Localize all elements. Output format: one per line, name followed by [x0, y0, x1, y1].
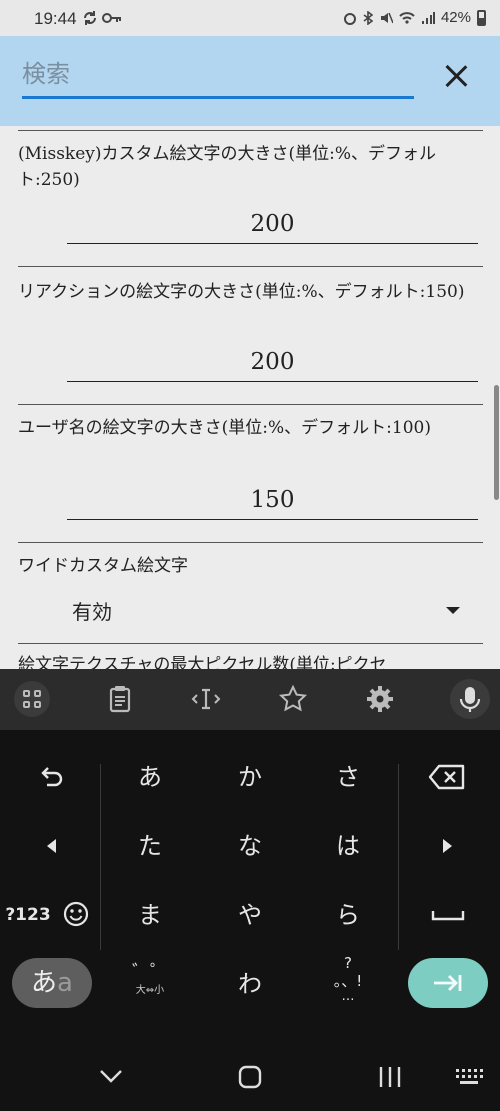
wide-custom-emoji-select[interactable]: 有効	[72, 590, 472, 630]
arrow-left-icon[interactable]	[42, 836, 62, 856]
signal-icon	[421, 11, 435, 24]
key-wa[interactable]: わ	[220, 969, 280, 999]
tab-arrow-icon	[434, 975, 462, 991]
kana-mode-main: あ	[31, 968, 58, 998]
star-icon[interactable]	[275, 681, 311, 717]
setting-label-wide-custom-emoji: ワイドカスタム絵文字	[18, 556, 188, 576]
setting-label-custom-emoji-size: (Misskey)カスタム絵文字の大きさ(単位:%、デフォルト:250)	[18, 144, 437, 190]
undo-icon[interactable]	[36, 762, 66, 792]
mic-icon[interactable]	[450, 679, 490, 719]
key-symbols-123[interactable]: ?123	[4, 904, 52, 926]
status-bar: 19:44 42%	[0, 0, 500, 36]
battery-percent: 42%	[440, 9, 471, 26]
key-ya[interactable]: や	[220, 900, 280, 930]
clipboard-icon[interactable]	[102, 681, 138, 717]
gear-icon[interactable]	[362, 681, 398, 717]
scrollbar[interactable]	[494, 385, 499, 500]
key-separator	[398, 764, 399, 950]
key-ta[interactable]: た	[120, 831, 180, 861]
key-sa[interactable]: さ	[318, 762, 378, 792]
key-ha[interactable]: は	[318, 831, 378, 861]
setting-label-reaction-emoji-size: リアクションの絵文字の大きさ(単位:%、デフォルト:150)	[18, 282, 465, 302]
divider	[18, 643, 483, 644]
key-ka[interactable]: か	[220, 762, 280, 792]
alarm-icon	[343, 12, 356, 25]
emoji-icon[interactable]	[62, 900, 90, 928]
nav-home-icon[interactable]	[237, 1064, 263, 1090]
status-time: 19:44	[34, 9, 77, 28]
space-icon[interactable]	[430, 906, 466, 924]
divider	[18, 130, 483, 131]
backspace-icon[interactable]	[428, 763, 466, 791]
select-value: 有効	[72, 599, 112, 624]
key-ma[interactable]: ま	[120, 900, 180, 930]
kana-mode-key[interactable]: あa	[12, 958, 92, 1008]
battery-icon	[477, 9, 486, 26]
keyboard-toolbar	[0, 669, 500, 730]
cursor-move-icon[interactable]	[188, 681, 224, 717]
key-ra[interactable]: ら	[318, 900, 378, 930]
punctuation-key[interactable]: ? 。、! …	[312, 954, 384, 1010]
reaction-emoji-size-input[interactable]	[67, 342, 478, 382]
kana-mode-sub: a	[57, 968, 73, 998]
search-input[interactable]	[22, 52, 414, 99]
punct-dots: …	[341, 989, 355, 1004]
dakuten-key[interactable]: ゛゜ 大⇔小	[120, 962, 180, 1006]
punct-top: ?	[344, 954, 352, 972]
dakuten-label: 大⇔小	[135, 985, 165, 996]
dakuten-glyph: ゛゜	[132, 962, 168, 983]
nav-keyboard-icon[interactable]	[454, 1067, 484, 1087]
key-icon	[102, 13, 121, 23]
dropdown-arrow-icon	[446, 606, 460, 614]
key-separator	[100, 764, 101, 950]
setting-label-username-emoji-size: ユーザ名の絵文字の大きさ(単位:%、デフォルト:100)	[18, 418, 431, 438]
arrow-right-icon[interactable]	[437, 836, 457, 856]
mute-icon	[380, 12, 393, 23]
enter-key[interactable]	[408, 958, 488, 1008]
setting-label-emoji-texture-max: 絵文字テクスチャの最大ピクセル数(単位:ピクセ	[18, 655, 387, 669]
wifi-icon	[399, 11, 415, 24]
divider	[18, 542, 483, 543]
bluetooth-icon	[363, 10, 373, 25]
divider	[18, 404, 483, 405]
key-a[interactable]: あ	[120, 762, 180, 792]
close-icon[interactable]	[440, 60, 472, 92]
nav-recents-icon[interactable]	[376, 1064, 404, 1090]
sync-icon	[84, 11, 96, 25]
username-emoji-size-input[interactable]	[67, 480, 478, 520]
punct-bottom: 。、!	[333, 972, 363, 990]
divider	[18, 266, 483, 267]
status-right-icons: 42%	[343, 9, 486, 26]
apps-grid-icon[interactable]	[14, 681, 50, 717]
nav-back-icon[interactable]	[98, 1066, 124, 1086]
custom-emoji-size-input[interactable]	[67, 204, 478, 244]
key-na[interactable]: な	[220, 831, 280, 861]
